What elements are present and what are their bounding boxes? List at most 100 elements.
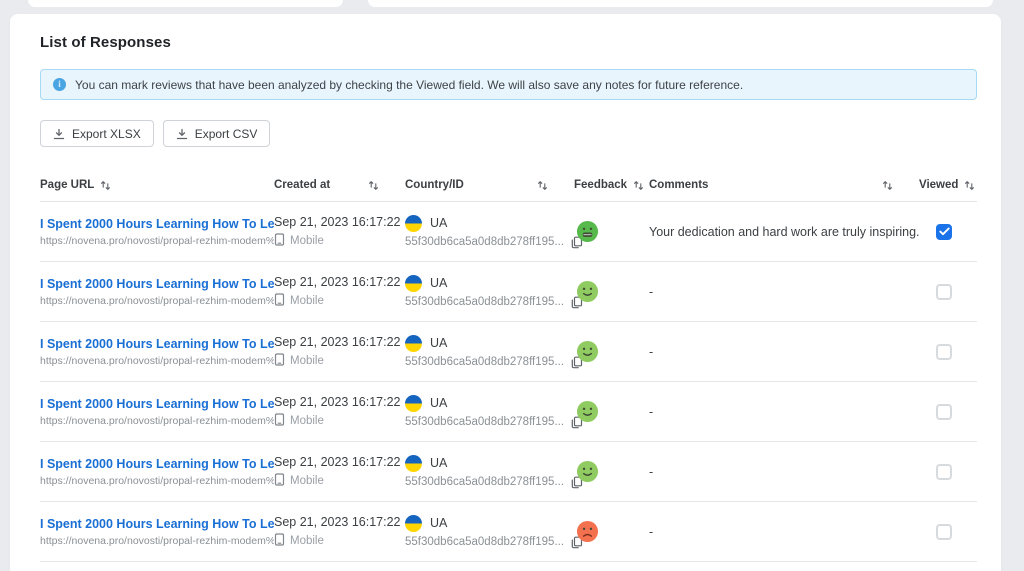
column-label: Created at	[274, 179, 330, 191]
comment-cell: -	[649, 525, 919, 539]
feedback-cell	[574, 400, 649, 423]
download-icon	[53, 128, 65, 140]
created-at-cell: Sep 21, 2023 16:17:22 Mobile	[274, 395, 405, 429]
sort-icon[interactable]	[537, 180, 548, 191]
sort-icon[interactable]	[964, 180, 975, 191]
top-card-right-partial	[368, 0, 993, 7]
country-id-cell: UA 55f30db6ca5a0d8db278ff195...	[405, 335, 574, 369]
page-url-cell: I Spent 2000 Hours Learning How To Learn…	[40, 217, 274, 247]
comment-cell: -	[649, 405, 919, 419]
export-toolbar: Export XLSX Export CSV	[40, 120, 977, 147]
column-header-created-at[interactable]: Created at	[274, 179, 405, 191]
ukraine-flag-icon	[405, 395, 422, 412]
viewed-checkbox[interactable]	[936, 524, 952, 540]
info-icon: i	[53, 78, 66, 91]
country-code: UA	[430, 276, 447, 290]
page-url-cell: I Spent 2000 Hours Learning How To Learn…	[40, 457, 274, 487]
page-url-text: https://novena.pro/novosti/propal-rezhim…	[40, 355, 274, 367]
created-at-value: Sep 21, 2023 16:17:22	[274, 275, 405, 289]
feedback-cell	[574, 520, 649, 543]
feedback-smile-icon	[576, 280, 599, 303]
response-id: 55f30db6ca5a0d8db278ff195...	[405, 356, 564, 368]
export-csv-button[interactable]: Export CSV	[163, 120, 271, 147]
page-url-text: https://novena.pro/novosti/propal-rezhim…	[40, 295, 274, 307]
mobile-device-icon	[274, 353, 285, 369]
table-row: I Spent 2000 Hours Learning How To Learn…	[40, 322, 977, 382]
sort-icon[interactable]	[100, 180, 111, 191]
feedback-smile-icon	[576, 460, 599, 483]
viewed-cell	[919, 524, 977, 540]
top-card-left-partial	[28, 0, 343, 7]
page-title-link[interactable]: I Spent 2000 Hours Learning How To Learn…	[40, 217, 274, 231]
column-header-viewed[interactable]: Viewed	[919, 179, 977, 191]
country-code: UA	[430, 516, 447, 530]
device-label: Mobile	[290, 475, 324, 487]
viewed-checkbox[interactable]	[936, 344, 952, 360]
created-at-cell: Sep 21, 2023 16:17:22 Mobile	[274, 455, 405, 489]
created-at-cell: Sep 21, 2023 16:17:22 Mobile	[274, 515, 405, 549]
table-header-row: Page URL Created at Country/ID	[40, 171, 977, 202]
column-label: Feedback	[574, 179, 627, 191]
page-url-cell: I Spent 2000 Hours Learning How To Learn…	[40, 277, 274, 307]
table-row: I Spent 2000 Hours Learning How To Learn…	[40, 502, 977, 562]
country-id-cell: UA 55f30db6ca5a0d8db278ff195...	[405, 515, 574, 549]
column-label: Country/ID	[405, 179, 464, 191]
viewed-checkbox[interactable]	[936, 404, 952, 420]
page-title-link[interactable]: I Spent 2000 Hours Learning How To Learn…	[40, 517, 274, 531]
column-label: Comments	[649, 179, 708, 191]
column-header-page-url[interactable]: Page URL	[40, 179, 274, 191]
column-header-country-id[interactable]: Country/ID	[405, 179, 574, 191]
created-at-value: Sep 21, 2023 16:17:22	[274, 455, 405, 469]
feedback-grin-icon	[576, 220, 599, 243]
country-code: UA	[430, 456, 447, 470]
mobile-device-icon	[274, 533, 285, 549]
response-id: 55f30db6ca5a0d8db278ff195...	[405, 476, 564, 488]
viewed-cell	[919, 224, 977, 240]
column-header-feedback[interactable]: Feedback	[574, 179, 649, 191]
table-row: I Spent 2000 Hours Learning How To Learn…	[40, 202, 977, 262]
comment-cell: -	[649, 465, 919, 479]
responses-card: List of Responses i You can mark reviews…	[10, 14, 1001, 571]
comment-cell: -	[649, 285, 919, 299]
mobile-device-icon	[274, 413, 285, 429]
viewed-checkbox[interactable]	[936, 284, 952, 300]
country-code: UA	[430, 216, 447, 230]
page-url-text: https://novena.pro/novosti/propal-rezhim…	[40, 235, 274, 247]
page-title: List of Responses	[40, 34, 977, 51]
page-title-link[interactable]: I Spent 2000 Hours Learning How To Learn…	[40, 337, 274, 351]
response-id: 55f30db6ca5a0d8db278ff195...	[405, 296, 564, 308]
device-label: Mobile	[290, 535, 324, 547]
created-at-cell: Sep 21, 2023 16:17:22 Mobile	[274, 215, 405, 249]
table-row: I Spent 2000 Hours Learning How To Learn…	[40, 442, 977, 502]
sort-icon[interactable]	[882, 180, 893, 191]
export-xlsx-label: Export XLSX	[72, 127, 141, 141]
column-header-comments[interactable]: Comments	[649, 179, 919, 191]
page-title-link[interactable]: I Spent 2000 Hours Learning How To Learn…	[40, 277, 274, 291]
device-label: Mobile	[290, 355, 324, 367]
device-label: Mobile	[290, 235, 324, 247]
country-id-cell: UA 55f30db6ca5a0d8db278ff195...	[405, 215, 574, 249]
page-url-text: https://novena.pro/novosti/propal-rezhim…	[40, 475, 274, 487]
feedback-cell	[574, 220, 649, 243]
sort-icon[interactable]	[633, 180, 644, 191]
device-label: Mobile	[290, 415, 324, 427]
page-title-link[interactable]: I Spent 2000 Hours Learning How To Learn…	[40, 397, 274, 411]
column-label: Viewed	[919, 179, 958, 191]
ukraine-flag-icon	[405, 515, 422, 532]
feedback-cell	[574, 460, 649, 483]
sort-icon[interactable]	[368, 180, 379, 191]
viewed-checkbox[interactable]	[936, 464, 952, 480]
comment-cell: -	[649, 345, 919, 359]
page-url-text: https://novena.pro/novosti/propal-rezhim…	[40, 415, 274, 427]
response-id: 55f30db6ca5a0d8db278ff195...	[405, 236, 564, 248]
ukraine-flag-icon	[405, 215, 422, 232]
created-at-value: Sep 21, 2023 16:17:22	[274, 335, 405, 349]
response-id: 55f30db6ca5a0d8db278ff195...	[405, 416, 564, 428]
viewed-cell	[919, 344, 977, 360]
export-xlsx-button[interactable]: Export XLSX	[40, 120, 154, 147]
response-id: 55f30db6ca5a0d8db278ff195...	[405, 536, 564, 548]
page-title-link[interactable]: I Spent 2000 Hours Learning How To Learn…	[40, 457, 274, 471]
viewed-checkbox[interactable]	[936, 224, 952, 240]
table-row: I Spent 2000 Hours Learning How To Learn…	[40, 382, 977, 442]
ukraine-flag-icon	[405, 455, 422, 472]
